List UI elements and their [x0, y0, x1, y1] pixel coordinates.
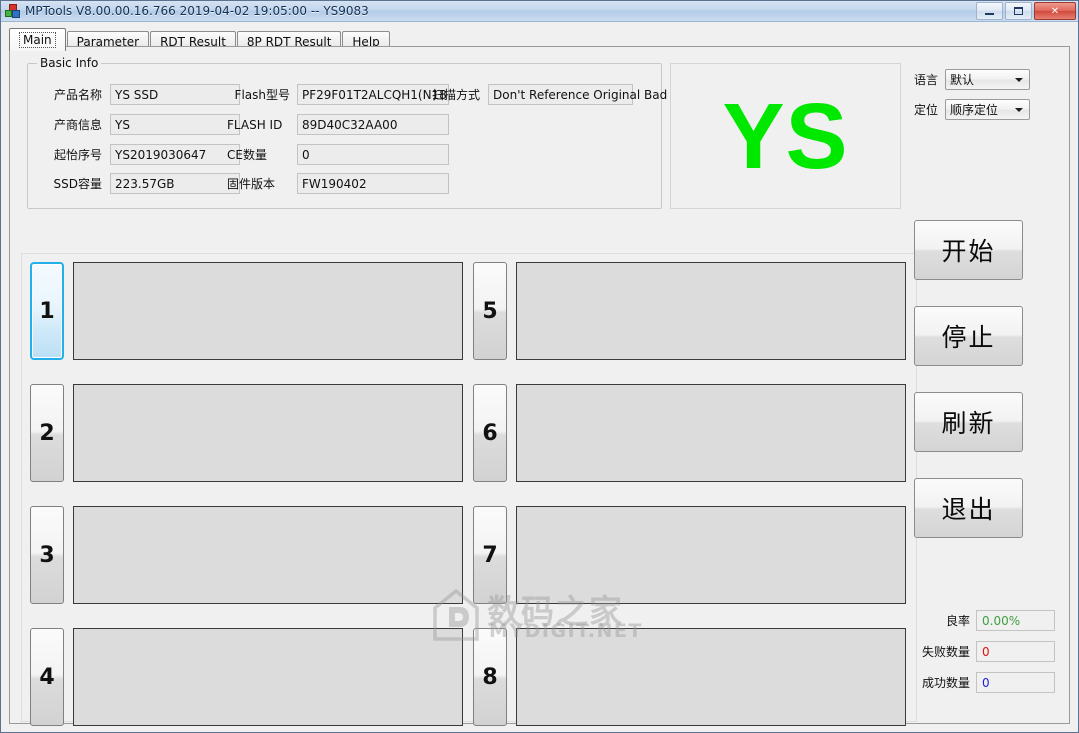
- tab-main-label: Main: [19, 32, 56, 48]
- field-flash-model: Flash型号 PF29F01T2ALCQH1(N18): [227, 84, 449, 105]
- slot-8-number: 8: [473, 628, 507, 726]
- language-value: 默认: [950, 73, 975, 87]
- pass-count-value: 0: [982, 675, 990, 690]
- slot-6[interactable]: 6: [473, 384, 906, 482]
- field-scan-mode: 扫描方式 Don't Reference Original Bad: [432, 84, 667, 105]
- slot-7-status-area[interactable]: [516, 506, 906, 604]
- language-label: 语言: [914, 73, 939, 87]
- brand-logo-panel: YS: [670, 63, 901, 209]
- field-ce-count-label: CE数量: [227, 148, 267, 162]
- field-ce-count-value[interactable]: 0: [297, 144, 449, 165]
- slot-5-number: 5: [473, 262, 507, 360]
- slot-3-status-area[interactable]: [73, 506, 463, 604]
- field-firmware-version-label: 固件版本: [227, 177, 276, 191]
- field-scan-mode-value[interactable]: Don't Reference Original Bad: [488, 84, 667, 105]
- field-flash-id: FLASH ID 89D40C32AA00: [227, 114, 449, 135]
- slot-7-number: 7: [473, 506, 507, 604]
- yield-label: 良率: [945, 614, 970, 628]
- slot-2-number: 2: [30, 384, 64, 482]
- slot-column-right: 5 6 7 8: [473, 262, 906, 726]
- start-button[interactable]: 开始: [914, 220, 1023, 280]
- slot-6-status-area[interactable]: [516, 384, 906, 482]
- field-ssd-capacity-label: SSD容量: [53, 177, 102, 191]
- positioning-setting: 定位 顺序定位: [914, 99, 1031, 120]
- title-bar: MPTools V8.00.00.16.766 2019-04-02 19:05…: [1, 1, 1078, 22]
- field-flash-id-label: FLASH ID: [227, 117, 283, 132]
- yield-stat: 良率 0.00%: [918, 610, 1055, 631]
- language-setting: 语言 默认: [914, 69, 1031, 90]
- field-product-name-value[interactable]: YS SSD: [110, 84, 240, 105]
- slot-4-number: 4: [30, 628, 64, 726]
- slot-1[interactable]: 1: [30, 262, 463, 360]
- field-product-name: 产品名称 YS SSD: [40, 84, 240, 105]
- maximize-icon: [1014, 7, 1023, 15]
- pass-count-stat: 成功数量 0: [918, 672, 1055, 693]
- slot-1-status-area[interactable]: [73, 262, 463, 360]
- field-ssd-capacity: SSD容量 223.57GB: [40, 173, 240, 194]
- close-button[interactable]: ✕: [1034, 2, 1076, 20]
- field-vendor-info-value[interactable]: YS: [110, 114, 240, 135]
- application-window: MPTools V8.00.00.16.766 2019-04-02 19:05…: [0, 0, 1079, 733]
- yield-value: 0.00%: [982, 613, 1021, 628]
- language-select[interactable]: 默认: [945, 69, 1031, 90]
- slot-5[interactable]: 5: [473, 262, 906, 360]
- field-flash-model-label: Flash型号: [234, 88, 290, 102]
- window-controls: ✕: [976, 2, 1076, 20]
- positioning-value: 顺序定位: [950, 103, 999, 117]
- field-flash-model-value[interactable]: PF29F01T2ALCQH1(N18): [297, 84, 449, 105]
- positioning-select[interactable]: 顺序定位: [945, 99, 1031, 120]
- basic-info-legend: Basic Info: [37, 56, 102, 70]
- slot-4[interactable]: 4: [30, 628, 463, 726]
- tab-page-main: Basic Info 产品名称 YS SSD 产商信息 YS 起怡序号 YS20…: [9, 46, 1070, 726]
- slot-3[interactable]: 3: [30, 506, 463, 604]
- positioning-label: 定位: [914, 103, 939, 117]
- window-title: MPTools V8.00.00.16.766 2019-04-02 19:05…: [25, 4, 369, 18]
- fail-count-label: 失败数量: [921, 645, 970, 659]
- fail-count-value-box: 0: [976, 641, 1055, 662]
- slot-grid: 1 2 3 4 5 6 7 8: [21, 253, 917, 726]
- slot-3-number: 3: [30, 506, 64, 604]
- field-start-serial: 起怡序号 YS2019030647: [40, 144, 240, 165]
- fail-count-stat: 失败数量 0: [918, 641, 1055, 662]
- chevron-down-icon: [1015, 77, 1024, 82]
- field-product-name-label: 产品名称: [53, 88, 102, 102]
- yield-value-box: 0.00%: [976, 610, 1055, 631]
- fail-count-value: 0: [982, 644, 990, 659]
- field-start-serial-value[interactable]: YS2019030647: [110, 144, 240, 165]
- slot-5-status-area[interactable]: [516, 262, 906, 360]
- refresh-button[interactable]: 刷新: [914, 392, 1023, 452]
- field-start-serial-label: 起怡序号: [53, 148, 102, 162]
- slot-column-left: 1 2 3 4: [30, 262, 463, 726]
- stop-button[interactable]: 停止: [914, 306, 1023, 366]
- field-firmware-version-value[interactable]: FW190402: [297, 173, 449, 194]
- brand-logo-text: YS: [722, 83, 849, 188]
- field-firmware-version: 固件版本 FW190402: [227, 173, 449, 194]
- basic-info-group: Basic Info 产品名称 YS SSD 产商信息 YS 起怡序号 YS20…: [27, 56, 667, 209]
- field-vendor-info-label: 产商信息: [53, 118, 102, 132]
- field-flash-id-value[interactable]: 89D40C32AA00: [297, 114, 449, 135]
- tab-main[interactable]: Main: [9, 28, 66, 51]
- slot-8-status-area[interactable]: [516, 628, 906, 726]
- minimize-button[interactable]: [976, 2, 1003, 20]
- slot-7[interactable]: 7: [473, 506, 906, 604]
- slot-8[interactable]: 8: [473, 628, 906, 726]
- maximize-button[interactable]: [1005, 2, 1032, 20]
- field-vendor-info: 产商信息 YS: [40, 114, 240, 135]
- slot-2-status-area[interactable]: [73, 384, 463, 482]
- field-ce-count: CE数量 0: [227, 144, 449, 165]
- chevron-down-icon: [1015, 107, 1024, 112]
- pass-count-label: 成功数量: [921, 676, 970, 690]
- minimize-icon: [985, 13, 994, 15]
- slot-2[interactable]: 2: [30, 384, 463, 482]
- slot-6-number: 6: [473, 384, 507, 482]
- app-icon: [5, 3, 21, 19]
- field-ssd-capacity-value[interactable]: 223.57GB: [110, 173, 240, 194]
- exit-button[interactable]: 退出: [914, 478, 1023, 538]
- pass-count-value-box: 0: [976, 672, 1055, 693]
- slot-1-number: 1: [30, 262, 64, 360]
- field-scan-mode-label: 扫描方式: [432, 88, 481, 102]
- slot-4-status-area[interactable]: [73, 628, 463, 726]
